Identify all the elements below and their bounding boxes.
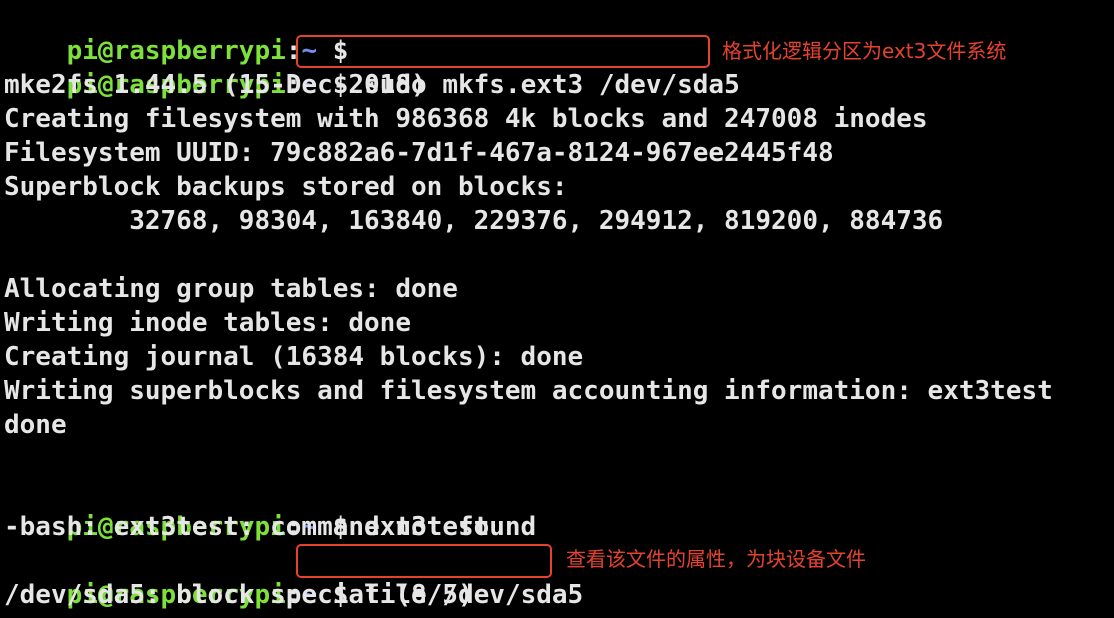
output-line: Creating filesystem with 986368 4k block… bbox=[4, 104, 928, 134]
output-line: Superblock backups stored on blocks: bbox=[4, 172, 568, 202]
output-line: -bash: ext3test: command not found bbox=[4, 512, 537, 542]
prompt-line: pi@raspberrypi:~ $ bbox=[4, 0, 349, 66]
output-line: Filesystem UUID: 79c882a6-7d1f-467a-8124… bbox=[4, 138, 834, 168]
output-line: done bbox=[4, 410, 67, 440]
file-annotation: 查看该文件的属性，为块设备文件 bbox=[566, 547, 866, 571]
terminal-window[interactable]: pi@raspberrypi:~ $ pi@raspberrypi:~ $ su… bbox=[0, 0, 1114, 618]
output-line: Writing inode tables: done bbox=[4, 308, 411, 338]
output-line: 32768, 98304, 163840, 229376, 294912, 81… bbox=[4, 206, 944, 236]
file-command-highlight-box bbox=[296, 544, 552, 578]
output-line: Creating journal (16384 blocks): done bbox=[4, 342, 584, 372]
mkfs-annotation: 格式化逻辑分区为ext3文件系统 bbox=[722, 39, 1007, 63]
prompt-line: pi@raspberrypi:~ $ ext3test bbox=[4, 476, 490, 542]
mkfs-command-highlight-box bbox=[296, 35, 710, 68]
output-line: Allocating group tables: done bbox=[4, 274, 458, 304]
output-line: /dev/sda5: block special (8/5) bbox=[4, 580, 474, 610]
output-line: mke2fs 1.44.5 (15-Dec-2018) bbox=[4, 70, 427, 100]
output-line: Writing superblocks and filesystem accou… bbox=[4, 376, 1053, 406]
